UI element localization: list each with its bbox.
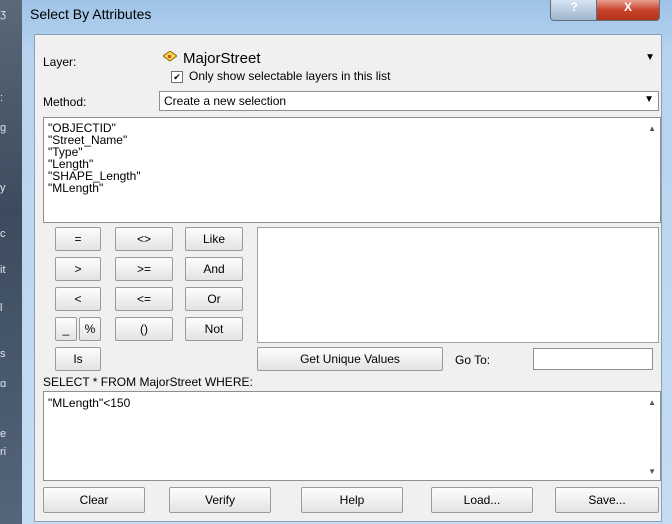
background-desktop-strip: ʒ : g y c it l s ɑ e ri (0, 0, 22, 524)
scroll-down-icon[interactable]: ▼ (648, 467, 656, 476)
background-text-fragment: it (0, 264, 6, 276)
question-icon: ? (570, 0, 578, 14)
operator-not-equal-button[interactable]: <> (115, 227, 173, 251)
fields-list[interactable]: "OBJECTID" "Street_Name" "Type" "Length"… (43, 117, 661, 223)
get-unique-values-button[interactable]: Get Unique Values (257, 347, 443, 371)
expression-textarea[interactable]: "MLength"<150 ▲ ▼ (43, 391, 661, 481)
method-value: Create a new selection (164, 94, 287, 108)
background-text-fragment: l (0, 302, 3, 314)
layer-dropdown[interactable]: MajorStreet ▼ (159, 49, 657, 69)
layer-value: MajorStreet (183, 50, 261, 67)
method-dropdown[interactable]: Create a new selection ▼ (159, 91, 659, 111)
operator-less-button[interactable]: < (55, 287, 101, 311)
background-text-fragment: s (0, 348, 6, 360)
wildcard-percent-button[interactable]: % (79, 317, 101, 341)
operator-greater-button[interactable]: > (55, 257, 101, 281)
background-text-fragment: ʒ (0, 8, 6, 20)
fields-items: "OBJECTID" "Street_Name" "Type" "Length"… (48, 122, 141, 194)
unique-values-list[interactable] (257, 227, 659, 343)
scroll-up-icon[interactable]: ▲ (648, 124, 656, 133)
operator-equals-button[interactable]: = (55, 227, 101, 251)
load-button[interactable]: Load... (431, 487, 533, 513)
operator-not-button[interactable]: Not (185, 317, 243, 341)
operator-greater-equal-button[interactable]: >= (115, 257, 173, 281)
chevron-down-icon: ▼ (644, 94, 654, 105)
operator-is-button[interactable]: Is (55, 347, 101, 371)
background-text-fragment: : (0, 92, 4, 104)
goto-label: Go To: (455, 353, 491, 367)
selectable-layers-checkbox[interactable]: ✔ (171, 71, 183, 83)
title-bar[interactable]: Select By Attributes ? X (22, 0, 672, 30)
parentheses-button[interactable]: () (115, 317, 173, 341)
verify-button[interactable]: Verify (169, 487, 271, 513)
sql-prefix-label: SELECT * FROM MajorStreet WHERE: (43, 375, 253, 389)
field-item[interactable]: "MLength" (48, 182, 141, 194)
clear-button[interactable]: Clear (43, 487, 145, 513)
method-label: Method: (43, 95, 87, 109)
background-text-fragment: c (0, 228, 6, 240)
expression-text: "MLength"<150 (48, 396, 131, 410)
operator-or-button[interactable]: Or (185, 287, 243, 311)
operator-like-button[interactable]: Like (185, 227, 243, 251)
chevron-down-icon: ▼ (645, 52, 655, 63)
operator-and-button[interactable]: And (185, 257, 243, 281)
background-text-fragment: ri (0, 446, 7, 458)
layer-icon (163, 51, 177, 62)
goto-input[interactable] (533, 348, 653, 370)
select-by-attributes-dialog: Select By Attributes ? X Layer: MajorStr… (22, 0, 672, 524)
background-text-fragment: g (0, 122, 7, 134)
dialog-title: Select By Attributes (30, 6, 152, 22)
wildcard-underscore-button[interactable]: _ (55, 317, 77, 341)
selectable-layers-label: Only show selectable layers in this list (189, 69, 391, 83)
help-button[interactable]: Help (301, 487, 403, 513)
dialog-body: Layer: MajorStreet ▼ ✔ Only show selecta… (34, 34, 662, 522)
save-button[interactable]: Save... (555, 487, 659, 513)
background-text-fragment: ɑ (0, 378, 7, 390)
background-text-fragment: e (0, 428, 7, 440)
close-icon: X (623, 0, 632, 14)
operator-less-equal-button[interactable]: <= (115, 287, 173, 311)
close-button[interactable]: X (596, 0, 660, 21)
layer-label: Layer: (43, 55, 77, 69)
help-title-button[interactable]: ? (550, 0, 598, 21)
scroll-up-icon[interactable]: ▲ (648, 398, 656, 407)
background-text-fragment: y (0, 182, 6, 194)
